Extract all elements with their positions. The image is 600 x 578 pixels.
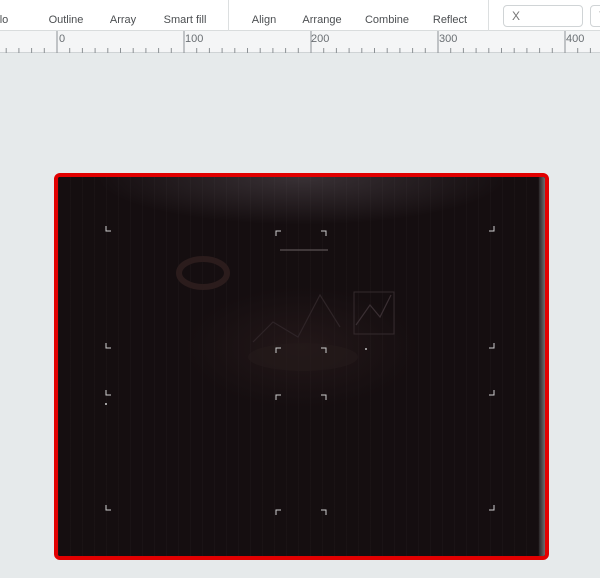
registration-mark [105, 505, 111, 511]
ruler-label: 400 [566, 33, 585, 45]
ruler-label: 0 [59, 33, 66, 45]
array-label: Array [109, 14, 137, 26]
registration-mark [489, 505, 495, 511]
arrange-button[interactable]: Arrange [298, 0, 346, 31]
outline-label: Outline [48, 14, 84, 26]
ruler-label: 200 [311, 33, 330, 45]
registration-mark [321, 394, 327, 400]
outline-icon [55, 0, 77, 4]
photo-edge-highlight [539, 177, 545, 556]
smart-fill-button[interactable]: Smart fill [158, 0, 212, 31]
registration-mark [275, 509, 281, 515]
registration-mark [105, 226, 111, 232]
align-label: Align [251, 14, 277, 26]
combine-button[interactable]: Combine [360, 0, 414, 31]
dark-photo [58, 177, 545, 556]
array-button[interactable]: Array [100, 0, 146, 31]
align-button[interactable]: Align [244, 0, 284, 31]
arrange-icon [311, 0, 333, 4]
combine-icon [376, 0, 398, 4]
registration-mark [275, 394, 281, 400]
registration-mark [105, 390, 111, 396]
horizontal-ruler: 0 100 200 300 400 [0, 31, 600, 53]
outline-button[interactable]: Outline [40, 0, 92, 31]
align-icon [253, 0, 275, 4]
undo-button[interactable]: lo [0, 0, 14, 31]
toolbar-divider [488, 0, 489, 31]
arrange-label: Arrange [302, 14, 342, 26]
reflect-icon [439, 0, 461, 4]
y-coordinate-input[interactable] [590, 5, 600, 27]
combine-label: Combine [364, 14, 410, 26]
registration-mark [105, 343, 111, 349]
registration-mark [489, 226, 495, 232]
reflect-label: Reflect [432, 14, 468, 26]
registration-mark [489, 390, 495, 396]
selected-image[interactable] [54, 173, 549, 560]
registration-mark [321, 509, 327, 515]
toolbar-divider [228, 0, 229, 31]
array-icon [112, 0, 134, 4]
undo-label: lo [0, 14, 9, 26]
ruler-ticks [5, 31, 591, 53]
smart-fill-icon [174, 0, 196, 4]
photo-details [105, 226, 495, 515]
x-coordinate-input[interactable] [503, 5, 583, 27]
design-canvas[interactable] [0, 53, 600, 578]
registration-mark [321, 230, 327, 236]
ruler-label: 300 [439, 33, 458, 45]
reflect-button[interactable]: Reflect [428, 0, 472, 31]
smart-fill-label: Smart fill [163, 14, 207, 26]
toolbar: lo Outline Array Smart fill Align Arrang… [0, 0, 600, 31]
registration-mark [275, 230, 281, 236]
registration-mark [489, 343, 495, 349]
ruler-label: 100 [185, 33, 204, 45]
